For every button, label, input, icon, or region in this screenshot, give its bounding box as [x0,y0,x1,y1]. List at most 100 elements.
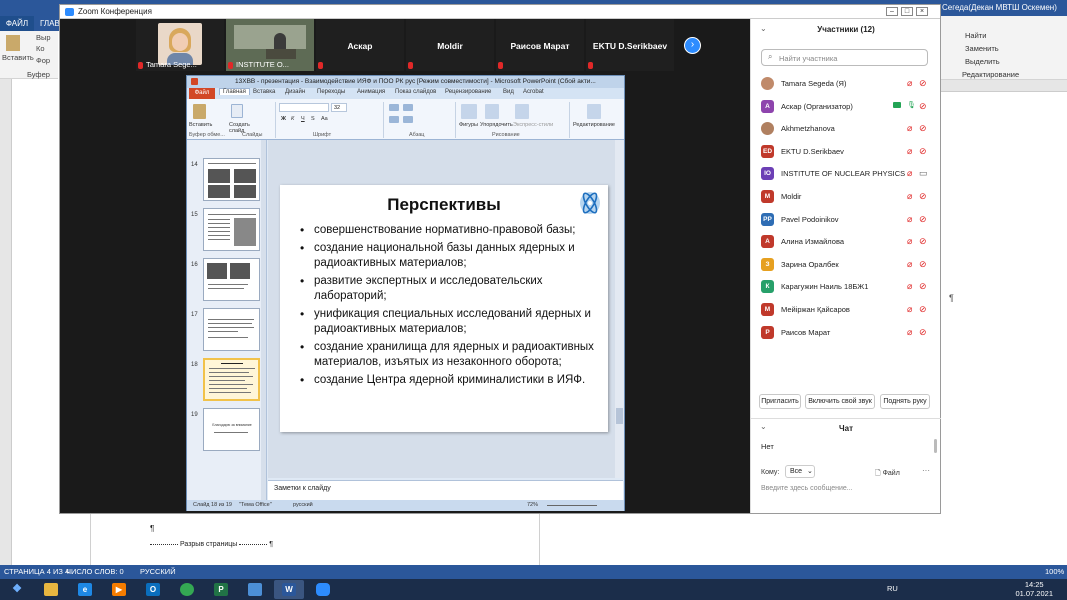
video-thumbnail[interactable]: EKTU D.Serikbaev [586,19,674,71]
word-cut-button[interactable]: Выр [36,33,51,42]
slide-thumbnail-15[interactable] [203,208,260,251]
camera-off-icon[interactable]: ⊘ [919,236,927,247]
chat-message-input[interactable]: Введите здесь сообщение... [761,485,853,492]
ppt-tab[interactable]: Дизайн [285,89,305,95]
minimize-icon[interactable]: – [886,7,898,16]
unmute-button[interactable]: Включить свой звук [805,394,875,409]
slide-thumbnail-19[interactable]: Благодарю за внимание [203,408,260,451]
align-center-icon[interactable] [403,116,413,123]
raise-hand-button[interactable]: Поднять руку [880,394,930,409]
participant-row[interactable]: З Зарина Оралбек ⌀ ⊘ [751,255,941,275]
camera-off-icon[interactable]: ⊘ [919,191,927,202]
participant-search-input[interactable]: ⌕ Найти участника [761,49,928,66]
participant-row[interactable]: Р Раисов Марат ⌀ ⊘ [751,323,941,343]
slide-thumbnail-16[interactable] [203,258,260,301]
video-thumbnail[interactable]: Аскар [316,19,404,71]
mic-muted-icon[interactable]: ⌀ [907,191,912,202]
word-file-tab[interactable]: ФАЙЛ [0,16,34,31]
system-clock[interactable]: 14:25 01.07.2021 [1015,580,1053,598]
next-page-arrow[interactable]: › [684,37,701,54]
input-language[interactable]: RU [887,584,898,593]
word-zoom-level[interactable]: 100% [1045,567,1064,576]
ppt-tab[interactable]: Анимация [357,89,385,95]
mic-muted-icon[interactable]: ⌀ [907,281,912,292]
font-color-icon[interactable]: Aa [321,116,328,122]
slide-bullet-list[interactable]: совершенствование нормативно-правовой ба… [300,223,600,390]
camera-on-icon[interactable]: ▭ [919,168,928,179]
slide-bullet[interactable]: унификация специальных исследований ядер… [300,307,600,338]
slide-bullet[interactable]: создание хранилища для ядерных и радиоак… [300,340,600,371]
word-select-button[interactable]: Выделить [965,57,1000,66]
word-language[interactable]: РУССКИЙ [140,567,176,576]
camera-off-icon[interactable]: ⊘ [919,259,927,270]
align-left-icon[interactable] [389,116,399,123]
chat-recipient-select[interactable]: Все ⌄ [785,465,815,478]
mic-on-icon[interactable]: 🎙 [907,101,916,109]
font-size-box[interactable]: 32 [331,103,347,112]
chat-scrollbar[interactable] [934,439,937,453]
start-button[interactable]: ❖ [2,580,32,599]
participant-row[interactable]: IO INSTITUTE OF NUCLEAR PHYSICS ⌀ ▭ [751,164,941,184]
arrange-icon[interactable] [485,104,499,119]
ppt-paste-button[interactable]: Вставить [189,122,212,128]
slide-bullet[interactable]: совершенствование нормативно-правовой ба… [300,223,600,239]
slide-thumbnail-17[interactable] [203,308,260,351]
taskbar-outlook-button[interactable]: O [138,580,168,599]
camera-off-icon[interactable]: ⊘ [919,101,927,112]
ppt-language[interactable]: русский [293,502,313,508]
camera-off-icon[interactable]: ⊘ [919,327,927,338]
mic-muted-icon[interactable]: ⌀ [907,327,912,338]
slide-thumbnail-18[interactable] [203,358,260,401]
taskbar-word-button[interactable]: W [274,580,304,599]
word-word-count[interactable]: ЧИСЛО СЛОВ: 0 [66,567,124,576]
ppt-arrange-button[interactable]: Упорядочить [480,122,513,128]
word-format-painter[interactable]: Фор [36,56,50,65]
participant-row[interactable]: Tamara Segeda (Я) ⌀ ⊘ [751,74,941,94]
ppt-quick-styles-button[interactable]: Экспресс-стили [513,122,553,128]
underline-icon[interactable]: Ч [301,116,305,122]
mic-muted-icon[interactable]: ⌀ [907,259,912,270]
font-name-box[interactable] [279,103,329,112]
camera-off-icon[interactable]: ⊘ [919,78,927,89]
ppt-tab[interactable]: Файл [189,88,215,99]
invite-button[interactable]: Пригласить [759,394,801,409]
canvas-vertical-scrollbar[interactable] [615,140,624,478]
slide-bullet[interactable]: создание Центра ядерной криминалистики в… [300,373,600,389]
maximize-icon[interactable]: □ [901,7,913,16]
mic-muted-icon[interactable]: ⌀ [907,236,912,247]
ppt-tab[interactable]: Главная [219,88,250,95]
ppt-zoom-level[interactable]: 72% [527,502,538,508]
chat-more-button[interactable]: ··· [922,466,930,475]
slide-bullet[interactable]: развитие экспертных и исследовательских … [300,274,600,305]
bullets-icon[interactable] [389,104,399,111]
mic-muted-icon[interactable]: ⌀ [907,78,912,89]
taskbar-ie-button[interactable]: e [70,580,100,599]
ppt-shapes-button[interactable]: Фигуры [459,122,478,128]
word-paste-button[interactable]: Вставить [2,53,34,62]
ppt-editing-button[interactable]: Редактирование [573,122,615,128]
mic-muted-icon[interactable]: ⌀ [907,168,912,179]
taskbar-media-button[interactable]: ▶ [104,580,134,599]
mic-muted-icon[interactable]: ⌀ [907,214,912,225]
ppt-zoom-slider[interactable] [547,505,597,506]
italic-icon[interactable]: К [291,116,294,122]
taskbar-screen-button[interactable] [240,580,270,599]
ppt-tab[interactable]: Acrobat [523,89,544,95]
word-copy-button[interactable]: Ко [36,44,45,53]
mic-muted-icon[interactable]: ⌀ [907,146,912,157]
shadow-icon[interactable]: S [311,116,315,122]
taskbar-zoom-button[interactable] [308,580,338,599]
camera-off-icon[interactable]: ⊘ [919,146,927,157]
quick-styles-icon[interactable] [515,104,529,119]
video-thumbnail[interactable]: INSTITUTE O... [226,19,314,71]
taskbar-project-button[interactable]: P [206,580,236,599]
chat-file-button[interactable]: 🗋 Файл [875,469,900,480]
participant-row[interactable]: А Алина Измайлова ⌀ ⊘ [751,232,941,252]
find-binoculars-icon[interactable] [587,104,601,119]
slide-notes[interactable]: Заметки к слайду [268,480,623,500]
slide-thumbnail-14[interactable] [203,158,260,201]
word-find-button[interactable]: Найти [965,31,986,40]
camera-off-icon[interactable]: ⊘ [919,304,927,315]
word-replace-button[interactable]: Заменить [965,44,999,53]
thumbs-scrollbar[interactable] [261,140,266,500]
